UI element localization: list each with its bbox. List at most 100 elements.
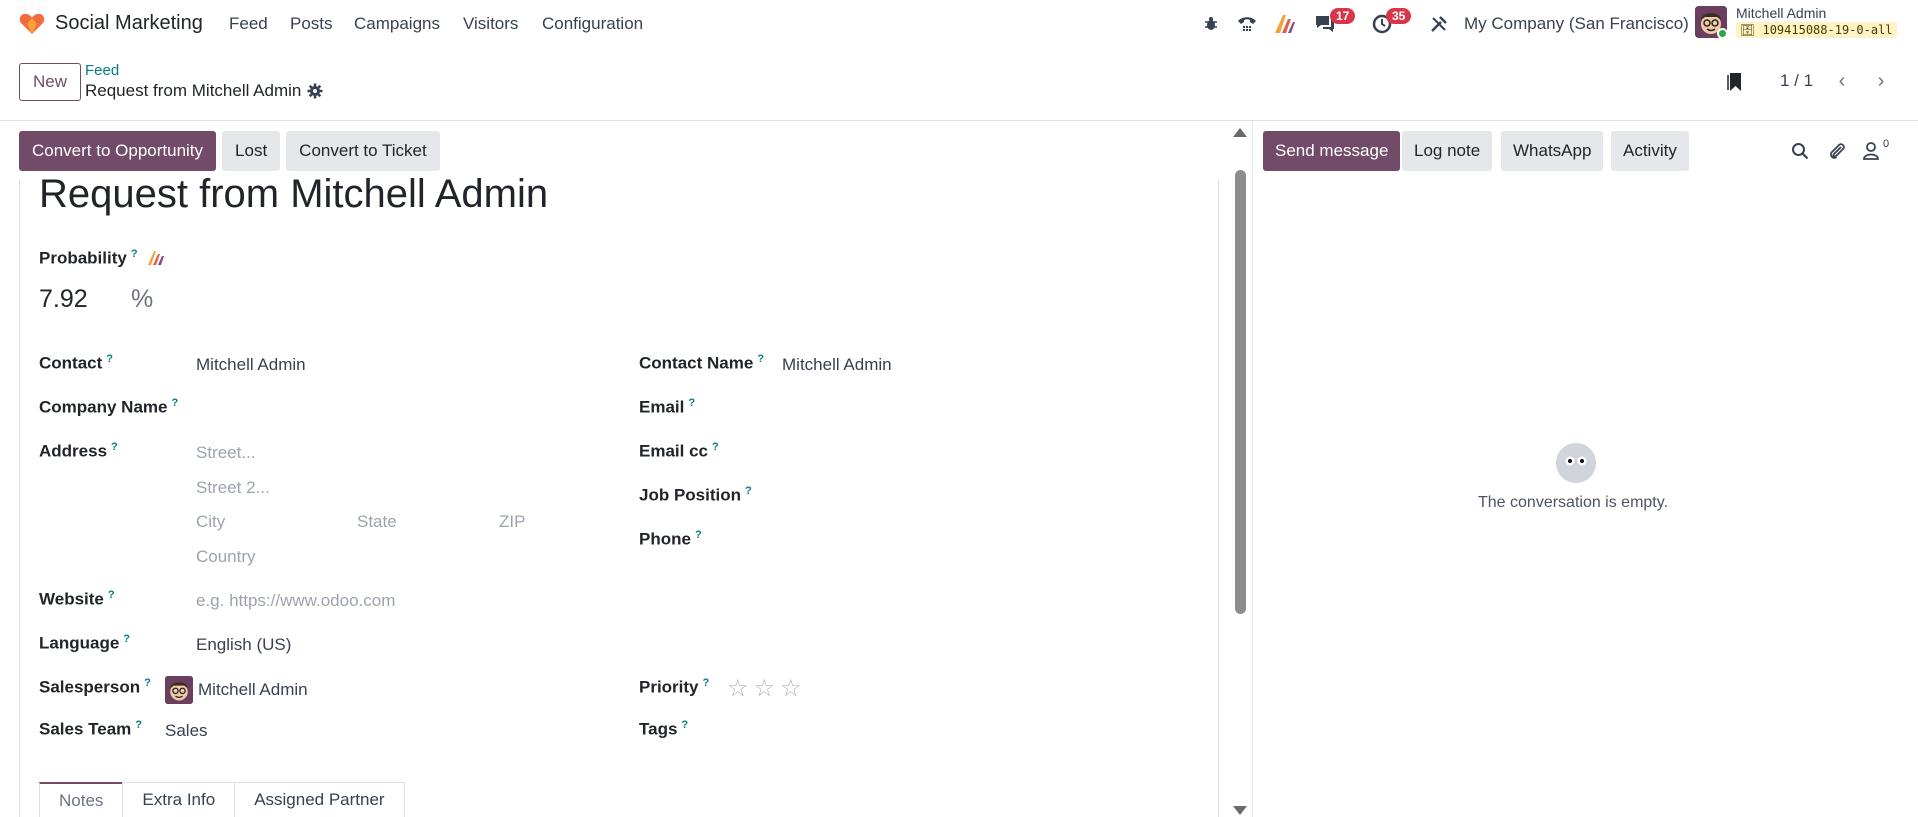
social-marketing-logo[interactable] xyxy=(19,12,45,36)
help-icon[interactable]: ? xyxy=(111,441,118,453)
voip-phone-icon[interactable] xyxy=(1234,11,1260,37)
star-icon[interactable]: ☆ xyxy=(727,674,749,703)
lead-title[interactable]: Request from Mitchell Admin xyxy=(39,172,548,217)
chevron-right-icon: › xyxy=(1877,69,1885,92)
ai-probability-icon[interactable] xyxy=(147,250,165,266)
help-icon[interactable]: ? xyxy=(135,719,142,731)
contact-label: Contact? xyxy=(39,353,113,374)
menu-configuration[interactable]: Configuration xyxy=(542,14,643,34)
zip-input[interactable]: ZIP xyxy=(499,512,525,532)
tags-label: Tags? xyxy=(639,719,688,740)
scroll-up-arrow[interactable] xyxy=(1233,128,1247,137)
salesperson-avatar[interactable] xyxy=(165,676,193,704)
probability-label: Probability? xyxy=(39,248,138,269)
activity-button[interactable]: Activity xyxy=(1611,131,1689,171)
email-label: Email? xyxy=(639,397,695,418)
menu-campaigns[interactable]: Campaigns xyxy=(354,14,440,34)
breadcrumb-current: Request from Mitchell Admin xyxy=(85,81,302,100)
help-icon[interactable]: ? xyxy=(703,677,710,689)
job-position-field[interactable] xyxy=(782,487,1182,507)
gear-icon[interactable] xyxy=(307,83,323,99)
pager-value[interactable]: 1 / 1 xyxy=(1780,71,1813,91)
tab-notes[interactable]: Notes xyxy=(39,782,124,817)
convert-to-opportunity-button[interactable]: Convert to Opportunity xyxy=(19,131,217,171)
lost-button[interactable]: Lost xyxy=(222,131,281,171)
followers-user-icon[interactable] xyxy=(1862,140,1884,162)
menu-feed[interactable]: Feed xyxy=(229,14,268,34)
priority-label: Priority? xyxy=(639,677,709,698)
salesperson-field[interactable]: Mitchell Admin xyxy=(198,680,308,700)
priority-label-text: Priority xyxy=(639,677,699,697)
website-input[interactable]: e.g. https://www.odoo.com xyxy=(196,591,395,611)
menu-posts[interactable]: Posts xyxy=(290,14,333,34)
tags-label-text: Tags xyxy=(639,719,678,739)
email-cc-label-text: Email cc xyxy=(639,441,708,461)
scroll-down-arrow[interactable] xyxy=(1233,806,1247,815)
contact-name-field[interactable]: Mitchell Admin xyxy=(782,355,892,375)
probability-input[interactable]: 7.92 xyxy=(39,285,88,314)
help-icon[interactable]: ? xyxy=(144,677,151,689)
debug-bug-icon[interactable] xyxy=(1198,11,1224,37)
contact-label-text: Contact xyxy=(39,353,103,373)
email-field[interactable] xyxy=(782,399,1182,419)
street2-input[interactable]: Street 2... xyxy=(196,478,270,498)
state-input[interactable]: State xyxy=(357,512,397,532)
app-name[interactable]: Social Marketing xyxy=(55,12,203,35)
help-icon[interactable]: ? xyxy=(757,353,764,365)
user-name[interactable]: Mitchell Admin xyxy=(1736,5,1826,21)
street-input[interactable]: Street... xyxy=(196,443,256,463)
form-notebook-tabs: Notes Extra Info Assigned Partner xyxy=(39,782,405,817)
job-position-label-text: Job Position xyxy=(639,485,741,505)
bookmark-icon[interactable] xyxy=(1727,72,1743,92)
send-message-button[interactable]: Send message xyxy=(1263,131,1401,171)
help-icon[interactable]: ? xyxy=(123,633,130,645)
salesperson-label: Salesperson? xyxy=(39,677,151,698)
help-icon[interactable]: ? xyxy=(695,529,702,541)
star-icon[interactable]: ☆ xyxy=(780,674,802,703)
attachment-paperclip-icon[interactable] xyxy=(1826,140,1848,162)
database-name: 🗄 109415088-19-0-all xyxy=(1736,22,1897,38)
language-field[interactable]: English (US) xyxy=(196,635,291,655)
log-note-button[interactable]: Log note xyxy=(1402,131,1493,171)
help-icon[interactable]: ? xyxy=(131,248,138,260)
tab-assigned-partner[interactable]: Assigned Partner xyxy=(234,782,405,817)
tags-field[interactable] xyxy=(782,721,1182,741)
whatsapp-button[interactable]: WhatsApp xyxy=(1501,131,1604,171)
help-icon[interactable]: ? xyxy=(106,353,113,365)
tools-icon[interactable] xyxy=(1426,11,1452,37)
star-icon[interactable]: ☆ xyxy=(754,674,776,703)
help-icon[interactable]: ? xyxy=(108,589,115,601)
company-name-field[interactable] xyxy=(196,399,596,419)
search-icon[interactable] xyxy=(1789,140,1811,162)
city-input[interactable]: City xyxy=(196,512,225,532)
ai-icon[interactable] xyxy=(1272,11,1298,37)
help-icon[interactable]: ? xyxy=(712,441,719,453)
priority-stars[interactable]: ☆ ☆ ☆ xyxy=(727,674,802,703)
salesperson-label-text: Salesperson xyxy=(39,677,141,697)
help-icon[interactable]: ? xyxy=(171,397,178,409)
help-icon[interactable]: ? xyxy=(681,719,688,731)
contact-field[interactable]: Mitchell Admin xyxy=(196,355,306,375)
pager-previous-button[interactable]: ‹ xyxy=(1825,66,1859,96)
probability-label-text: Probability xyxy=(39,248,127,268)
company-switcher[interactable]: My Company (San Francisco) xyxy=(1464,14,1689,34)
phone-field[interactable] xyxy=(782,531,1182,551)
scroll-thumb[interactable] xyxy=(1235,170,1246,614)
help-icon[interactable]: ? xyxy=(745,485,752,497)
contact-name-label-text: Contact Name xyxy=(639,353,754,373)
tab-extra-info[interactable]: Extra Info xyxy=(122,782,236,817)
email-cc-field[interactable] xyxy=(782,443,1182,463)
convert-to-ticket-button[interactable]: Convert to Ticket xyxy=(286,131,440,171)
help-icon[interactable]: ? xyxy=(688,397,695,409)
probability-unit: % xyxy=(131,285,154,313)
breadcrumb-feed[interactable]: Feed xyxy=(85,62,119,79)
email-cc-label: Email cc? xyxy=(639,441,719,462)
sales-team-field[interactable]: Sales xyxy=(165,721,208,741)
phone-label-text: Phone xyxy=(639,529,691,549)
new-button[interactable]: New xyxy=(19,63,81,101)
database-label: 109415088-19-0-all xyxy=(1762,23,1893,37)
website-label: Website? xyxy=(39,589,115,610)
pager-next-button[interactable]: › xyxy=(1864,66,1898,96)
country-input[interactable]: Country xyxy=(196,547,256,567)
menu-visitors[interactable]: Visitors xyxy=(463,14,518,34)
